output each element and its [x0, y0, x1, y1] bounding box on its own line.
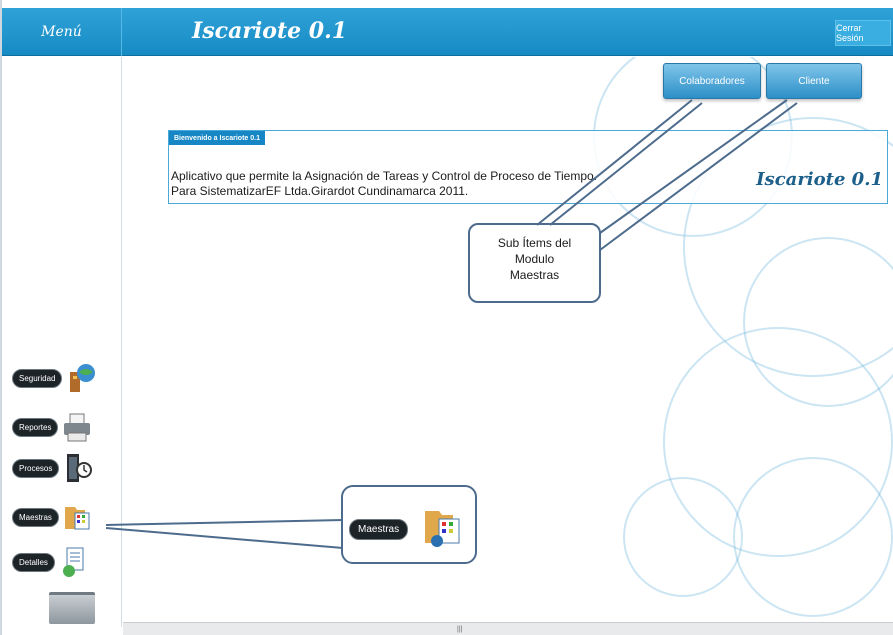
callout-line: Modulo	[514, 252, 555, 266]
sidebar-item-maestras[interactable]: Maestras	[12, 499, 93, 535]
main-content: Colaboradores Cliente Bienvenido a Iscar…	[123, 57, 893, 622]
sidebar-item-label: Procesos	[12, 458, 60, 478]
folder-grid-icon	[63, 501, 93, 533]
welcome-description: Aplicativo que permite la Asignación de …	[171, 169, 598, 183]
welcome-panel: Bienvenido a Iscariote 0.1 Aplicativo qu…	[168, 130, 888, 204]
sidebar-item-label: Maestras	[12, 507, 59, 527]
document-user-icon	[59, 546, 89, 578]
globe-key-icon	[66, 362, 96, 394]
sidebar-item-label: Detalles	[12, 552, 55, 572]
welcome-tab: Bienvenido a Iscariote 0.1	[169, 131, 265, 145]
bubble-decoration	[623, 477, 743, 597]
colaboradores-button[interactable]: Colaboradores	[663, 63, 761, 99]
folder-grid-icon	[423, 503, 463, 549]
callout-line: Maestras	[509, 268, 560, 282]
sidebar-item-label: Reportes	[12, 417, 59, 437]
welcome-company: Para SistematizarEF Ltda.Girardot Cundin…	[171, 184, 469, 198]
horizontal-scrollbar[interactable]: |||	[123, 622, 893, 635]
logout-button[interactable]: Cerrar Sesión	[835, 20, 891, 46]
scroll-grip-icon[interactable]: |||	[457, 626, 462, 633]
sidebar: Seguridad Reportes Procesos Maestras Det…	[2, 57, 122, 627]
app-window: Menú Iscariote 0.1 Cerrar Sesión Segurid…	[0, 0, 893, 635]
process-clock-icon	[63, 452, 93, 484]
sidebar-item-detalles[interactable]: Detalles	[12, 544, 89, 580]
trash-bin-icon[interactable]	[49, 592, 95, 624]
menu-title: Menú	[2, 8, 122, 56]
callout-maestras-label: Maestras	[349, 519, 409, 540]
sidebar-item-seguridad[interactable]: Seguridad	[12, 360, 96, 396]
bubble-decoration	[733, 457, 893, 617]
sidebar-item-procesos[interactable]: Procesos	[12, 450, 93, 486]
callout-sub-items: Sub Ítems del Modulo Maestras	[468, 223, 601, 303]
cliente-button[interactable]: Cliente	[766, 63, 862, 99]
sidebar-item-label: Seguridad	[12, 368, 63, 388]
header-bar: Menú Iscariote 0.1 Cerrar Sesión	[2, 8, 893, 56]
printer-icon	[62, 411, 92, 443]
sidebar-item-reportes[interactable]: Reportes	[12, 409, 92, 445]
welcome-logo: Iscariote 0.1	[756, 169, 883, 190]
app-title: Iscariote 0.1	[192, 18, 348, 44]
callout-line: Sub Ítems del	[497, 236, 572, 250]
callout-maestras: Maestras	[341, 485, 477, 564]
